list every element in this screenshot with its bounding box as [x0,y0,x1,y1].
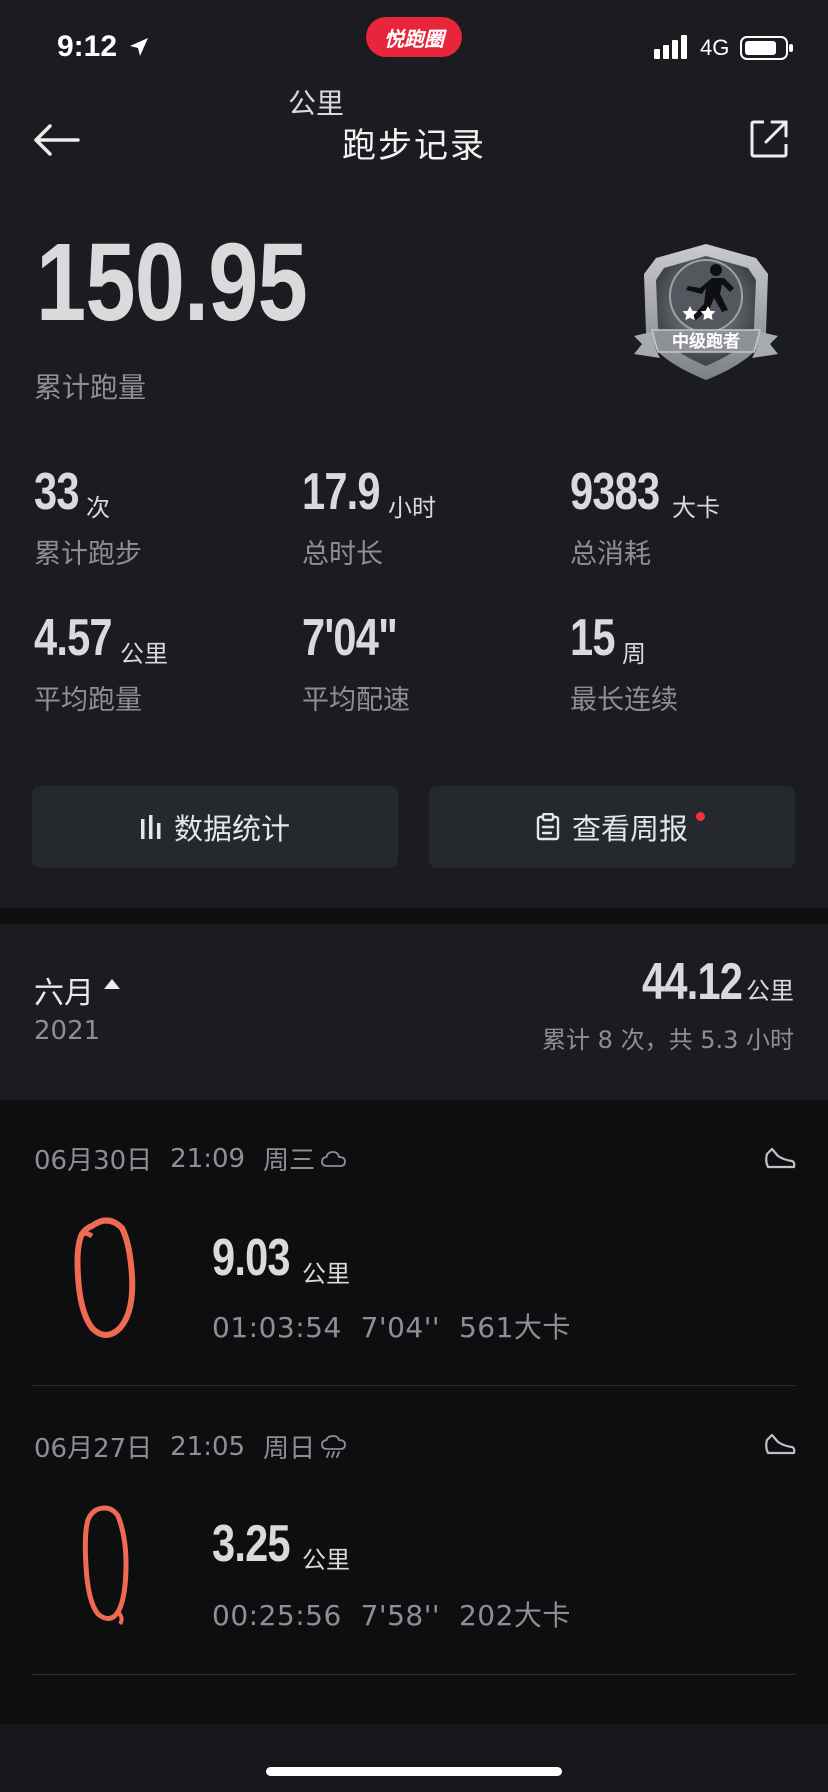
run-pace: 7'58'' [360,1599,441,1632]
stat-unit: 公里 [120,640,168,668]
stat-average-distance: 4.57 公里 平均跑量 [34,612,284,722]
stat-value: 17.9 [302,463,381,521]
run-time: 21:09 [170,1143,246,1174]
stat-label: 平均配速 [302,685,410,716]
stat-value: 15 [570,609,615,667]
cloud-icon [321,1150,347,1167]
badge-label: 中级跑者 [672,331,740,352]
rain-icon [321,1434,347,1458]
clipboard-icon [536,813,560,841]
run-duration: 01:03:54 [212,1311,342,1344]
location-arrow-icon [130,38,148,56]
stat-label: 平均跑量 [34,685,142,716]
bottom-safe-area [0,1724,828,1792]
total-distance-unit: 公里 [288,87,345,120]
stat-average-pace: 7'04" 平均配速 [302,612,552,722]
run-time: 21:05 [170,1431,246,1462]
month-run-summary: 累计 8 次，共 5.3 小时 [542,1026,794,1054]
divider [32,1385,796,1386]
stat-run-count: 33 次 累计跑步 [34,466,284,576]
home-indicator[interactable] [266,1767,562,1776]
run-weekday: 周三 [263,1146,316,1176]
notification-dot [696,812,705,821]
run-distance: 3.25 [212,1515,291,1573]
divider [32,1674,796,1675]
run-details: 01:03:54 7'04'' 561大卡 [212,1306,571,1346]
month-distance-unit: 公里 [746,977,794,1005]
stat-unit: 小时 [388,494,436,522]
stat-unit: 次 [86,494,110,522]
brand-logo: 悦跑圈 [366,17,462,57]
stat-total-time: 17.9 小时 总时长 [302,466,552,576]
stat-unit: 大卡 [672,494,720,522]
month-summary [0,924,828,1100]
run-distance: 9.03 [212,1229,291,1287]
network-type: 4G [700,35,730,60]
run-distance-unit: 公里 [302,1546,350,1574]
shoe-icon[interactable] [764,1432,796,1456]
run-distance-unit: 公里 [302,1260,350,1288]
total-distance-label: 累计跑量 [34,371,147,404]
stat-value: 33 [34,463,79,521]
month-distance: 44.12 公里 [617,956,794,1008]
weekly-report-button[interactable]: 查看周报 [429,786,795,868]
run-duration: 00:25:56 [212,1599,342,1632]
stat-longest-streak: 15 周 最长连续 [570,612,820,722]
battery-icon [740,36,793,60]
status-time: 9:12 [57,30,118,63]
total-distance-value: 150.95 [36,221,308,344]
stat-value: 7'04" [302,609,398,667]
data-stats-button[interactable]: 数据统计 [32,786,398,868]
bar-chart-icon [140,815,161,839]
run-details: 00:25:56 7'58'' 202大卡 [212,1594,571,1634]
route-map[interactable] [70,1502,146,1626]
run-header: 06月30日 21:09 周三 [34,1140,347,1177]
run-date: 06月27日 [34,1434,153,1464]
shoe-icon[interactable] [764,1146,796,1170]
stat-unit: 周 [622,640,646,668]
month-selector[interactable]: 六月 [34,968,94,1012]
stat-label: 总时长 [302,539,383,570]
weekly-report-label: 查看周报 [571,812,688,846]
stat-label: 总消耗 [570,539,651,570]
stat-label: 累计跑步 [34,539,142,570]
runner-level-badge[interactable]: 中级跑者 [630,240,782,390]
total-distance: 150.95 [36,228,366,348]
page-title: 跑步记录 [342,126,486,166]
run-weekday: 周日 [263,1434,316,1464]
route-map[interactable] [70,1216,146,1340]
run-calories: 202大卡 [458,1599,571,1632]
run-calories: 561大卡 [458,1311,571,1344]
share-button[interactable] [748,118,790,160]
data-stats-label: 数据统计 [173,812,290,846]
run-header: 06月27日 21:05 周日 [34,1428,347,1465]
stat-value: 9383 [570,463,660,521]
month-year: 2021 [34,1016,101,1046]
stat-label: 最长连续 [570,685,678,716]
run-date: 06月30日 [34,1146,153,1176]
month-distance-value: 44.12 [641,953,743,1011]
run-pace: 7'04'' [360,1311,441,1344]
stat-value: 4.57 [34,609,113,667]
caret-up-icon[interactable] [104,978,120,990]
stat-total-calories: 9383 大卡 总消耗 [570,466,820,576]
signal-icon [654,35,687,59]
